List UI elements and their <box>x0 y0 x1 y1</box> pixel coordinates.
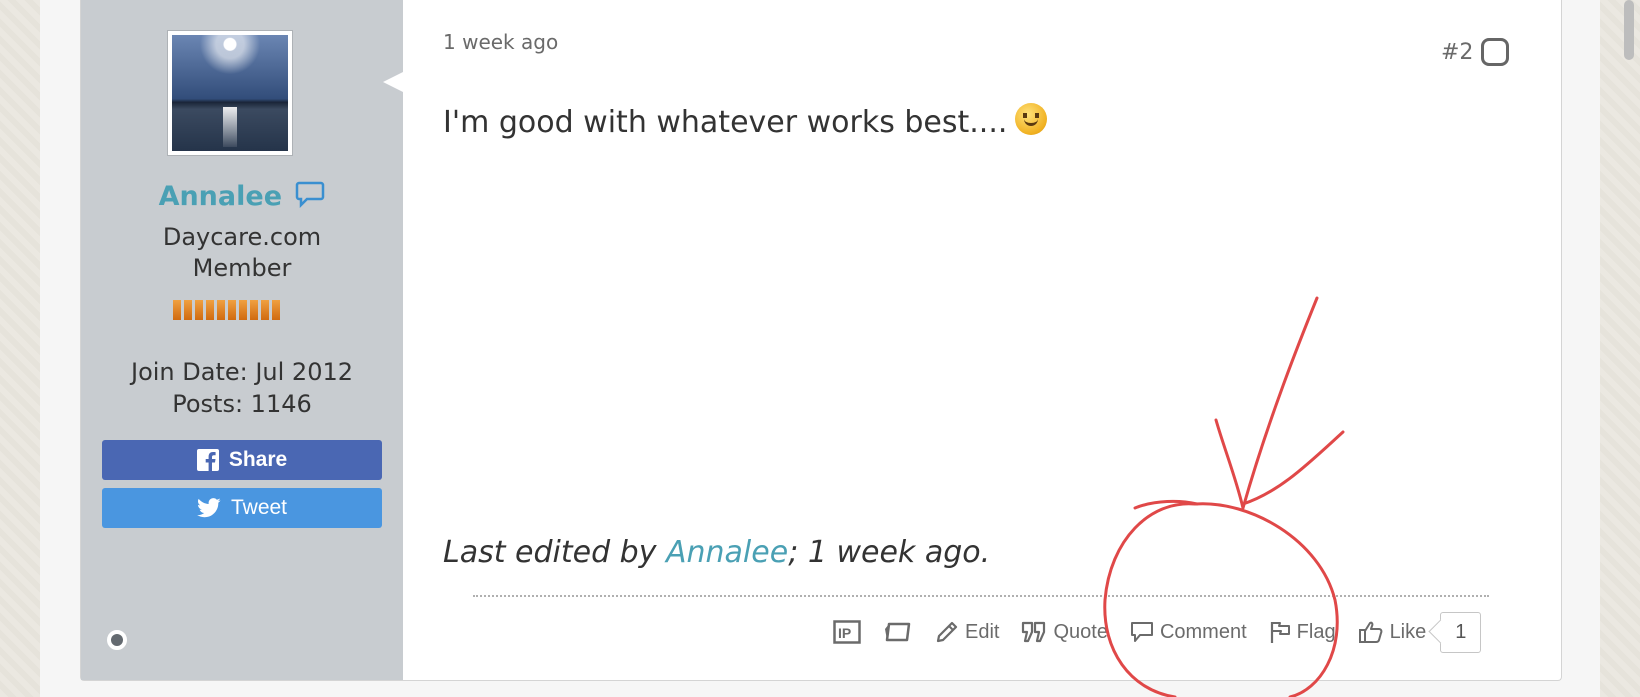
edited-suffix: ; 1 week ago. <box>788 535 991 570</box>
reputation-segment <box>184 300 192 320</box>
eraser-button[interactable] <box>883 621 913 643</box>
username-link[interactable]: Annalee <box>159 181 282 212</box>
avatar-image <box>172 35 288 151</box>
edited-prefix: Last edited by <box>443 535 666 570</box>
user-info-panel: Annalee Daycare.com Member Join Date: Ju… <box>81 0 403 680</box>
post-select-checkbox[interactable] <box>1481 38 1509 66</box>
edit-button[interactable]: Edit <box>935 620 999 644</box>
twitter-icon <box>196 498 221 518</box>
like-button[interactable]: Like <box>1358 620 1427 644</box>
post-count: Posts: 1146 <box>172 390 312 418</box>
reputation-segment <box>250 300 258 320</box>
like-count: 1 <box>1455 620 1467 643</box>
post-date: 1 week ago <box>443 30 559 54</box>
page-background-left <box>0 0 40 697</box>
flag-label: Flag <box>1296 620 1336 643</box>
quote-icon <box>1022 621 1046 643</box>
post-content: I'm good with whatever works best.... <box>443 102 1048 140</box>
reputation-segment <box>206 300 214 320</box>
reputation-segment <box>261 300 269 320</box>
reputation-segment <box>195 300 203 320</box>
reputation-bar <box>173 300 280 320</box>
tweet-button[interactable]: Tweet <box>102 488 382 528</box>
user-title-line-2: Member <box>192 254 292 282</box>
flag-button[interactable]: Flag <box>1269 620 1336 644</box>
svg-text:IP: IP <box>838 625 851 641</box>
forum-post: Annalee Daycare.com Member Join Date: Ju… <box>80 0 1562 681</box>
facebook-icon <box>196 449 219 471</box>
join-date: Join Date: Jul 2012 <box>130 358 353 386</box>
speech-bubble-icon[interactable] <box>295 180 325 215</box>
smiley-icon <box>1015 102 1048 135</box>
tweet-label: Tweet <box>230 496 288 519</box>
flag-icon <box>1270 622 1290 643</box>
quote-button[interactable]: Quote <box>1021 620 1108 644</box>
share-label: Share <box>228 448 288 471</box>
eraser-icon <box>885 622 911 642</box>
scrollbar-thumb[interactable] <box>1624 0 1634 60</box>
comment-icon <box>1130 622 1153 642</box>
page-background-right <box>1600 0 1640 697</box>
like-label: Like <box>1389 620 1427 643</box>
quote-label: Quote <box>1053 620 1108 643</box>
edit-label: Edit <box>965 620 1000 643</box>
last-edited-note: Last edited by Annalee; 1 week ago. <box>443 535 990 570</box>
post-controls: IP Edit Quote Comment Flag Like 1 <box>833 611 1482 653</box>
reputation-segment <box>217 300 225 320</box>
pencil-icon <box>936 621 958 643</box>
reputation-segment <box>173 300 181 320</box>
like-count-badge[interactable]: 1 <box>1440 611 1482 653</box>
avatar[interactable] <box>167 30 293 156</box>
post-pointer <box>383 72 403 92</box>
facebook-share-button[interactable]: Share <box>102 440 382 480</box>
user-title-line-1: Daycare.com <box>162 223 322 251</box>
edited-by-user-link[interactable]: Annalee <box>666 535 788 570</box>
post-controls-divider <box>473 595 1489 597</box>
user-title: Daycare.com Member <box>81 222 403 284</box>
post-number-link[interactable]: #2 <box>1441 40 1473 65</box>
user-stats: Join Date: Jul 2012 Posts: 1146 <box>81 356 403 420</box>
ip-icon: IP <box>833 620 861 644</box>
post-text: I'm good with whatever works best.... <box>443 105 1008 140</box>
thumbs-up-icon <box>1358 621 1382 643</box>
reputation-segment <box>272 300 280 320</box>
status-dot-icon <box>107 630 127 650</box>
reputation-segment <box>228 300 236 320</box>
comment-button[interactable]: Comment <box>1130 621 1247 644</box>
reputation-segment <box>239 300 247 320</box>
username-row: Annalee <box>81 180 403 215</box>
comment-label: Comment <box>1159 620 1247 643</box>
ip-button[interactable]: IP <box>833 620 861 644</box>
